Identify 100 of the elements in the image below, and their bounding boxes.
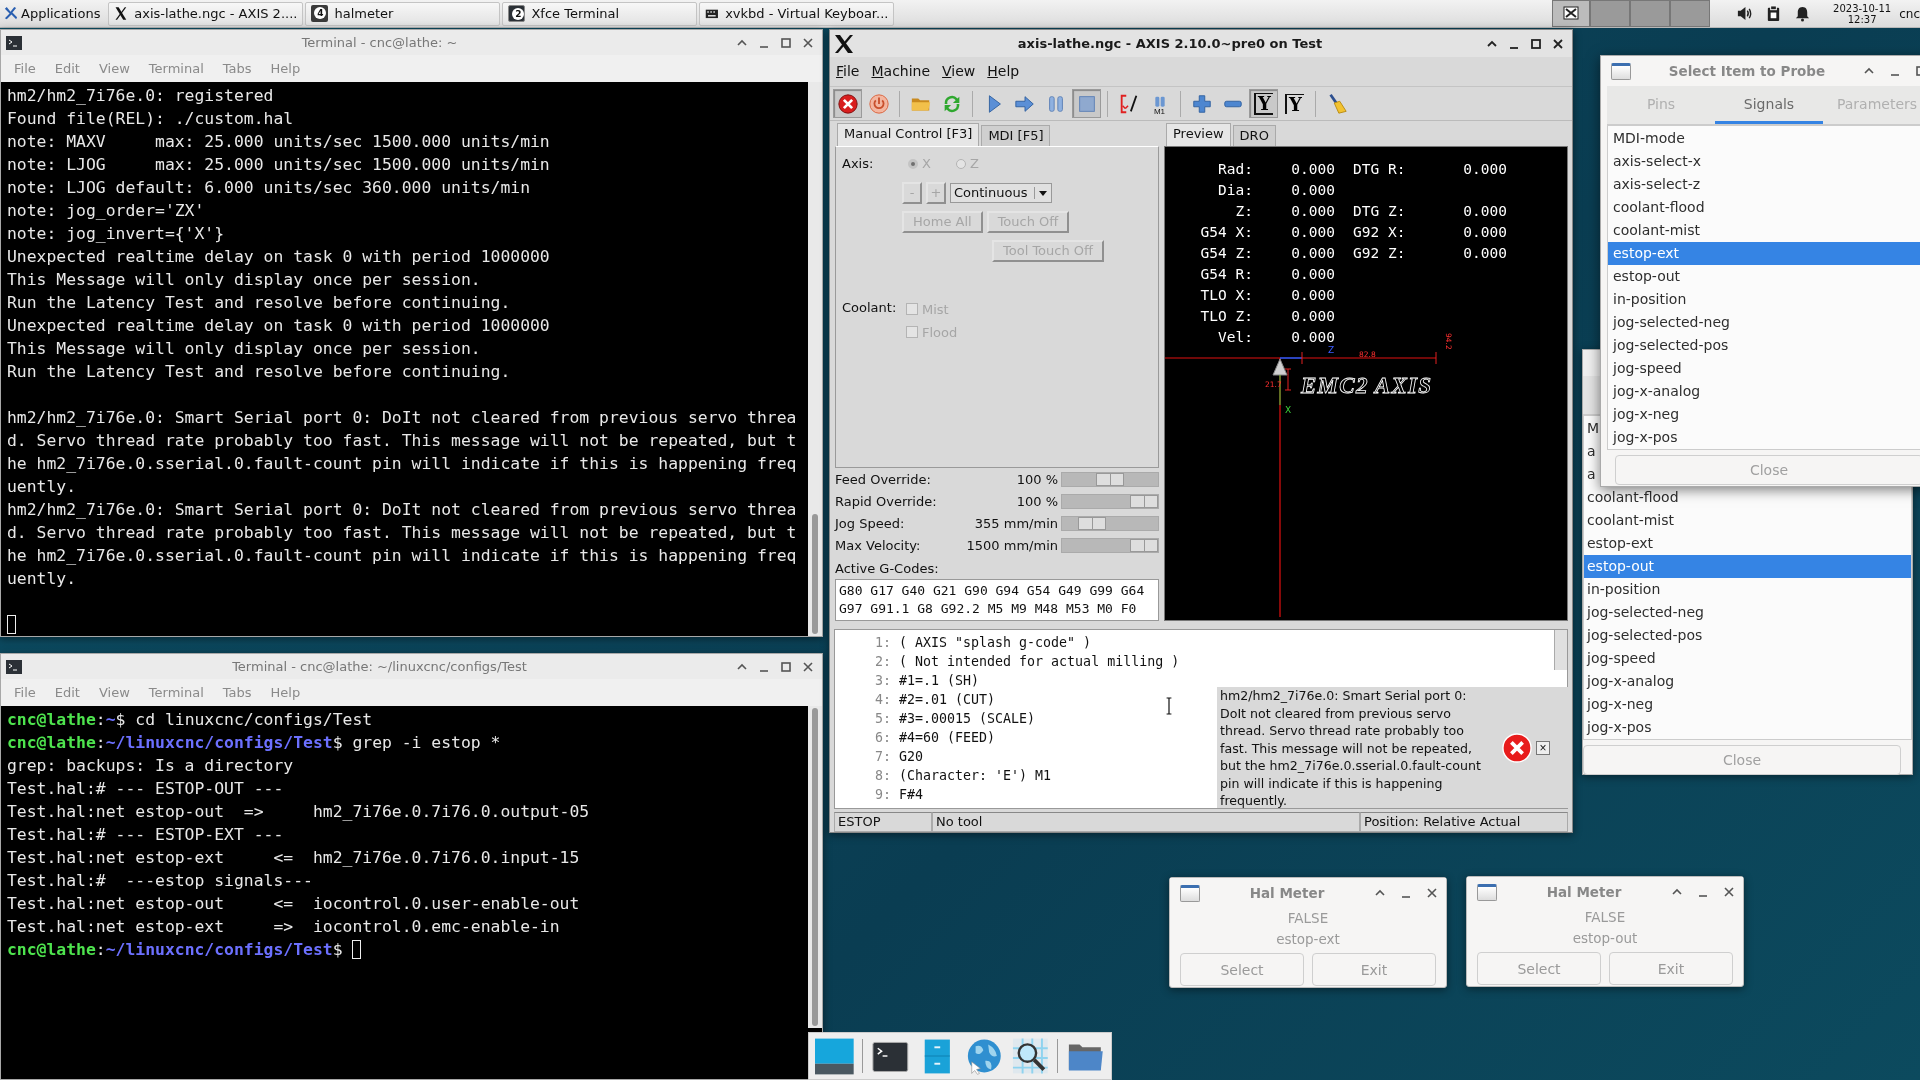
toolbar-button[interactable]: Y xyxy=(1249,89,1278,119)
mouse-logo-icon xyxy=(3,6,18,21)
taskbar-button[interactable]: xvkbd - Virtual Keyboar... xyxy=(699,1,895,26)
list-item[interactable]: estop-ext xyxy=(1608,242,1920,265)
applications-menu[interactable]: Applications xyxy=(0,1,107,26)
toolpath-text: EMC2 AXIS xyxy=(1301,373,1431,399)
menu-item[interactable]: View xyxy=(942,63,976,80)
list-item[interactable]: jog-x-neg xyxy=(1608,403,1920,426)
text-cursor-icon xyxy=(1165,696,1173,717)
x-logo-icon xyxy=(834,33,854,54)
signal-name: estop-out xyxy=(1571,929,1639,948)
tab[interactable]: MDI [F5] xyxy=(981,125,1051,147)
close-icon[interactable] xyxy=(802,36,814,49)
jog-mode-dropdown[interactable]: Continuous xyxy=(950,183,1052,203)
terminal-line: Test.hal:net estop-out => hm2_7i76e.0.7i76.0.output-05 xyxy=(7,801,590,823)
close-icon[interactable] xyxy=(1552,37,1564,50)
list-item[interactable]: in-position xyxy=(1608,288,1920,311)
code-line: ( AXIS "splash g-code" ) xyxy=(898,634,1092,653)
tab[interactable]: DRO xyxy=(1232,125,1276,147)
maximize-icon[interactable] xyxy=(780,36,792,49)
code-line: #1=.1 (SH) xyxy=(898,672,980,691)
volume-icon[interactable] xyxy=(1736,5,1754,22)
taskbar-button[interactable]: 4 halmeter xyxy=(305,1,501,26)
terminal-line: Run the Latency Test and resolve before continuing. xyxy=(7,361,511,383)
list-item[interactable]: coolant-mist xyxy=(1608,219,1920,242)
list-item[interactable]: axis-select-z xyxy=(1608,173,1920,196)
scrollbar[interactable] xyxy=(808,706,822,1028)
toolbar-button[interactable]: Y xyxy=(1280,89,1309,119)
list-item[interactable]: jog-speed xyxy=(1584,647,1656,670)
list-item[interactable]: M xyxy=(1584,417,1600,440)
list-item[interactable]: axis-select-x xyxy=(1608,150,1920,173)
x-circle-icon xyxy=(836,92,859,115)
list-item[interactable]: coolant-flood xyxy=(1608,196,1920,219)
terminal-line: Test.hal:net estop-ext => iocontrol.0.emc-enable-in xyxy=(7,916,560,938)
workspace-switcher[interactable] xyxy=(1552,0,1711,27)
terminal-line: This Message will only display once per session. xyxy=(7,269,481,291)
list-item[interactable]: jog-x-analog xyxy=(1608,380,1920,403)
list-item[interactable]: jog-x-pos xyxy=(1608,426,1920,449)
list-item[interactable]: estop-out xyxy=(1584,555,1911,578)
list-item[interactable]: a xyxy=(1584,463,1596,486)
slider[interactable] xyxy=(1061,472,1159,488)
list-item[interactable]: estop-ext xyxy=(1584,532,1654,555)
list-item[interactable]: jog-selected-neg xyxy=(1608,311,1920,334)
list-item[interactable]: estop-out xyxy=(1608,265,1920,288)
tab[interactable]: Manual Control [F3] xyxy=(837,123,980,147)
list-item[interactable]: jog-selected-pos xyxy=(1584,624,1703,647)
meter-icon: 4 xyxy=(311,5,329,22)
list-item[interactable]: jog-x-neg xyxy=(1584,693,1654,716)
list-item[interactable]: coolant-flood xyxy=(1584,486,1679,509)
list-item[interactable]: jog-selected-pos xyxy=(1608,334,1920,357)
menu-item[interactable]: File xyxy=(836,63,860,80)
taskbar-button[interactable]: 2 Xfce Terminal xyxy=(502,1,698,26)
window-title: axis-lathe.ngc - AXIS 2.10.0~pre0 on Test xyxy=(1016,36,1324,51)
close-icon[interactable] xyxy=(1426,887,1438,899)
slider[interactable] xyxy=(1061,494,1159,510)
notification-text: hm2/hm2_7i76e.0: Smart Serial port 0: DoIt not cleared from previous servo thread. Servo thread rate probably too fast. This message will not be repeated, but the hm2_7i76e.0.sserial.0.fault-count pin will indicate if this is happening frequently. xyxy=(1219,686,1482,811)
terminal-icon: 2 xyxy=(508,5,526,22)
code-line: G20 xyxy=(898,748,924,767)
user-name[interactable]: cnc xyxy=(1899,6,1920,21)
terminal-line: d. Servo thread rate probably too fast. This message will not be repeated, but t xyxy=(7,430,797,452)
terminal-cursor xyxy=(7,615,16,634)
search-icon[interactable] xyxy=(1010,1036,1050,1076)
list-item[interactable]: MDI-mode xyxy=(1608,127,1920,150)
tab[interactable]: Preview xyxy=(1166,123,1231,147)
toolpath-line xyxy=(1279,375,1281,406)
close-button[interactable]: × xyxy=(1536,740,1550,755)
terminal-line: hm2/hm2_7i76e.0: registered xyxy=(7,85,274,107)
code-line: ( Not intended for actual milling ) xyxy=(898,653,1180,672)
slider[interactable] xyxy=(1061,516,1159,532)
show-desktop-icon[interactable] xyxy=(815,1036,854,1076)
slider-label: Max Velocity: xyxy=(835,538,922,554)
line-number: 9: xyxy=(874,786,891,805)
menu-item[interactable]: Help xyxy=(987,63,1020,80)
list-item[interactable]: jog-speed xyxy=(1608,357,1920,380)
line-number: 3: xyxy=(874,672,891,691)
terminal-line: hm2/hm2_7i76e.0: Smart Serial port 0: DoIt not cleared from previous servo threa xyxy=(7,499,797,521)
list-item[interactable]: a xyxy=(1584,440,1596,463)
code-line: (Character: 'E') M1 xyxy=(898,767,1052,786)
close-icon[interactable] xyxy=(1723,886,1735,898)
list-item[interactable]: jog-x-pos xyxy=(1584,716,1652,739)
menu-item[interactable]: Machine xyxy=(871,63,931,80)
list-item[interactable]: coolant-mist xyxy=(1584,509,1675,532)
list-item[interactable]: jog-selected-neg xyxy=(1584,601,1704,624)
list-item[interactable]: in-position xyxy=(1584,578,1661,601)
toolbar-button[interactable] xyxy=(833,89,862,119)
maximize-icon[interactable] xyxy=(780,660,792,673)
toolbar-button[interactable]: M1 xyxy=(1145,89,1174,119)
slider[interactable] xyxy=(1061,538,1159,554)
close-icon[interactable] xyxy=(802,660,814,673)
list-item[interactable]: jog-x-analog xyxy=(1584,670,1675,693)
taskbar-button[interactable]: axis-lathe.ngc - AXIS 2.... xyxy=(108,1,304,26)
clock[interactable]: 2023-10-11 12:37 xyxy=(1833,2,1892,25)
maximize-icon[interactable] xyxy=(1530,37,1542,50)
scrollbar[interactable] xyxy=(1554,630,1567,671)
dro-value: 0.000 xyxy=(1462,202,1507,222)
dro-label: DTG Z: xyxy=(1352,202,1407,222)
dro-label: TLO Z: xyxy=(1199,307,1253,327)
meter-value: FALSE xyxy=(1286,909,1330,928)
scrollbar[interactable] xyxy=(808,82,822,636)
terminal-line: cnc@lathe:~/linuxcnc/configs/Test$ grep -i estop * xyxy=(7,732,501,754)
